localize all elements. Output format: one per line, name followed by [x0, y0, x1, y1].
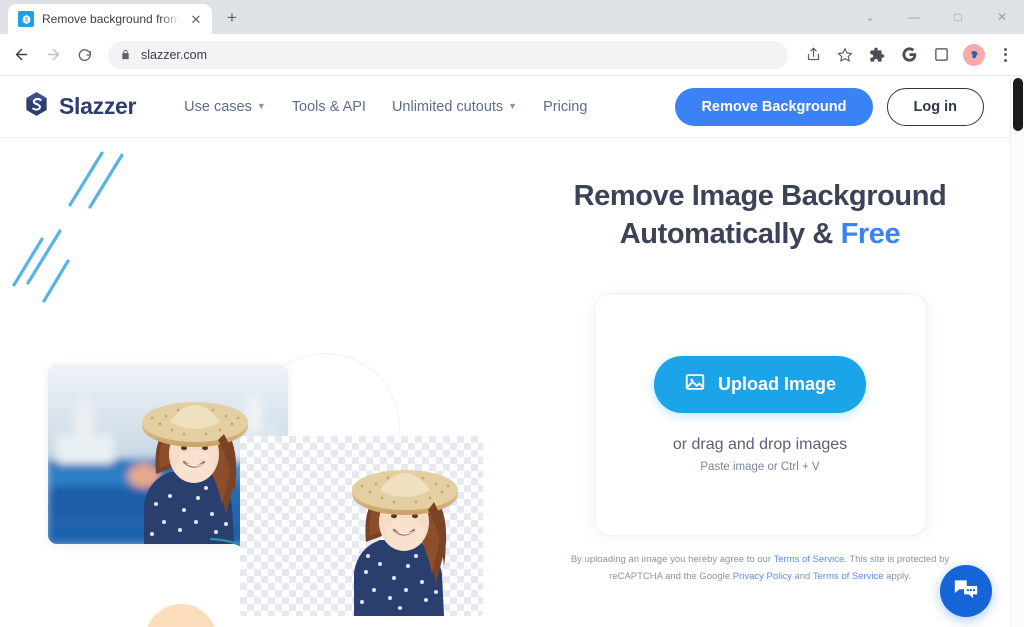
nav-item-pricing[interactable]: Pricing [543, 99, 587, 115]
site-nav: Use cases ▼ Tools & API Unlimited cutout… [184, 99, 587, 115]
privacy-policy-link[interactable]: Privacy Policy [733, 571, 792, 582]
paste-hint-text: Paste image or Ctrl + V [700, 461, 820, 474]
nav-label: Use cases [184, 98, 252, 115]
lock-icon [120, 49, 131, 60]
nav-item-unlimited-cutouts[interactable]: Unlimited cutouts ▼ [392, 99, 517, 115]
new-tab-button[interactable]: + [218, 4, 246, 32]
share-icon[interactable] [798, 40, 828, 70]
nav-label: Unlimited cutouts [391, 98, 504, 115]
close-icon[interactable]: ✕ [188, 11, 204, 27]
tab-title: Remove background from image [42, 12, 180, 26]
back-icon[interactable] [6, 40, 36, 70]
chevron-down-icon: ▼ [508, 101, 518, 111]
decorative-stripes [12, 151, 124, 303]
chevron-down-icon: ▼ [256, 101, 266, 111]
browser-toolbar: slazzer.com [0, 34, 1024, 76]
nav-label: Pricing [543, 98, 588, 115]
terms-of-service-link-1[interactable]: Terms of Service [773, 554, 844, 565]
hero-section: Remove Image Background Automatically & … [0, 138, 1010, 627]
google-account-icon[interactable] [894, 40, 924, 70]
logo-wordmark: Slazzer [59, 93, 137, 119]
nav-item-tools-api[interactable]: Tools & API [292, 99, 366, 115]
forward-icon[interactable] [38, 40, 68, 70]
upload-dropzone[interactable]: Upload Image or drag and drop images Pas… [593, 293, 927, 537]
profile-avatar[interactable] [963, 43, 985, 66]
cutout-photo [240, 436, 483, 616]
extensions-puzzle-icon[interactable] [862, 40, 892, 70]
chat-bubbles-icon [952, 575, 980, 608]
upload-image-button[interactable]: Upload Image [653, 356, 867, 414]
header-actions: Remove Background Log in [675, 87, 1010, 126]
remove-background-button[interactable]: Remove Background [675, 87, 873, 126]
slazzer-logo-icon [22, 90, 51, 124]
hero-content: Remove Image Background Automatically & … [510, 138, 1010, 627]
drag-drop-text: or drag and drop images [672, 436, 848, 454]
page-viewport: Slazzer Use cases ▼ Tools & API Unlimite… [0, 76, 1024, 627]
window-controls: ⌄ — □ ✕ [848, 0, 1024, 34]
image-icon [684, 371, 706, 398]
scrollbar-thumb[interactable] [1013, 78, 1023, 131]
legal-part-1: By uploading an image you hereby agree t… [570, 554, 774, 566]
headline-line-2: Automatically & [619, 217, 841, 250]
slazzer-favicon-icon [18, 11, 34, 27]
minimize-icon[interactable]: — [892, 0, 936, 34]
nav-label: Tools & API [291, 98, 366, 115]
chrome-menu-kebab[interactable] [992, 40, 1018, 70]
reload-icon[interactable] [70, 40, 100, 70]
slazzer-logo[interactable]: Slazzer [22, 90, 136, 124]
url-text: slazzer.com [141, 47, 207, 62]
nav-item-use-cases[interactable]: Use cases ▼ [184, 99, 266, 115]
chat-widget-button[interactable] [940, 565, 992, 617]
headline-line-1: Remove Image Background [573, 180, 947, 212]
reading-list-icon[interactable] [926, 40, 956, 70]
site-header: Slazzer Use cases ▼ Tools & API Unlimite… [0, 76, 1010, 138]
upload-button-label: Upload Image [717, 374, 837, 395]
slazzer-page: Slazzer Use cases ▼ Tools & API Unlimite… [0, 76, 1010, 627]
tab-strip: Remove background from image ✕ + ⌄ — □ ✕ [0, 0, 1024, 34]
page-title: Remove Image Background Automatically & … [510, 178, 1010, 253]
hero-illustration [0, 138, 510, 627]
close-window-icon[interactable]: ✕ [980, 0, 1024, 34]
maximize-icon[interactable]: □ [936, 0, 980, 34]
legal-part-4: apply. [883, 571, 911, 582]
bookmark-star-icon[interactable] [830, 40, 860, 70]
headline-accent: Free [840, 217, 901, 250]
page-scrollbar[interactable] [1010, 76, 1024, 627]
terms-of-service-link-2[interactable]: Terms of Service [813, 571, 884, 582]
legal-part-3: and [791, 571, 813, 582]
login-button[interactable]: Log in [886, 87, 984, 126]
legal-disclaimer: By uploading an image you hereby agree t… [560, 552, 960, 585]
toolbar-actions [798, 40, 1018, 70]
browser-window: Remove background from image ✕ + ⌄ — □ ✕… [0, 0, 1024, 627]
browser-tab-active[interactable]: Remove background from image ✕ [8, 4, 212, 34]
address-bar[interactable]: slazzer.com [108, 40, 788, 69]
tab-search-icon[interactable]: ⌄ [848, 0, 892, 34]
